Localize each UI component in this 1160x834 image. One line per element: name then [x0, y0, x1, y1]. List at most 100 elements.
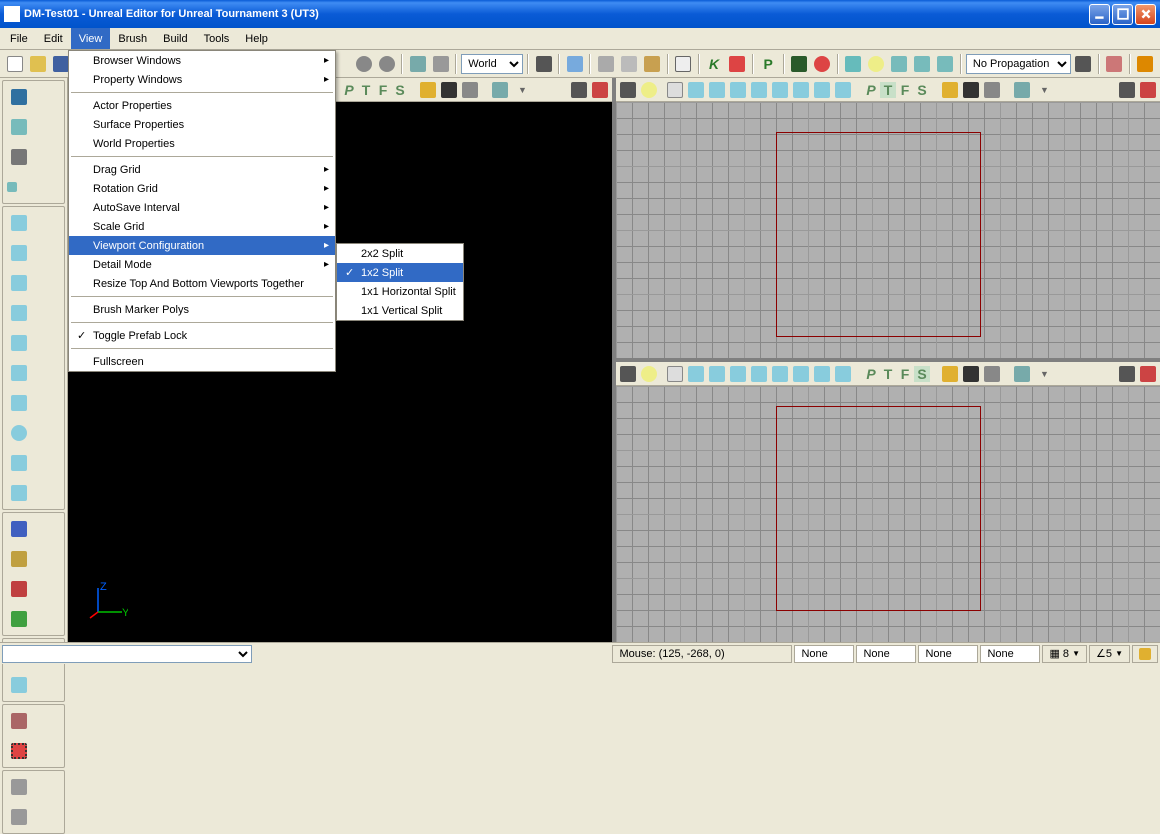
build-all-icon[interactable] — [935, 53, 956, 75]
kismet-sel-icon[interactable] — [727, 53, 748, 75]
lock-br-icon[interactable] — [940, 364, 960, 384]
prefab-lock-icon[interactable] — [812, 53, 833, 75]
csg-intersect-icon[interactable] — [5, 575, 33, 603]
misc-icon[interactable] — [1135, 53, 1156, 75]
view-t-tr-icon[interactable]: T — [880, 82, 896, 98]
bulb-tr-icon[interactable] — [639, 80, 659, 100]
cut-icon[interactable] — [595, 53, 616, 75]
wire-br-icon[interactable] — [665, 364, 685, 384]
volume-icon[interactable] — [5, 671, 33, 699]
d6-br-icon[interactable] — [833, 364, 853, 384]
cone-brush-icon[interactable] — [5, 239, 33, 267]
push-icon[interactable] — [1073, 53, 1094, 75]
detail1-tr-icon[interactable] — [728, 80, 748, 100]
build-paths-icon[interactable] — [889, 53, 910, 75]
view-s-tr-icon[interactable]: S — [914, 82, 930, 98]
view-side-icon[interactable]: S — [392, 82, 408, 98]
minimize-button[interactable] — [1089, 4, 1110, 25]
csg-deintersect-icon[interactable] — [5, 605, 33, 633]
view-menu-item[interactable]: Detail Mode — [69, 255, 335, 274]
build-cover-icon[interactable] — [912, 53, 933, 75]
squint-br-icon[interactable] — [1012, 364, 1032, 384]
binoculars-icon[interactable] — [533, 53, 554, 75]
view-p-tr-icon[interactable]: P — [863, 82, 879, 98]
show-tr-icon[interactable] — [982, 80, 1002, 100]
content-browser-icon[interactable] — [564, 53, 585, 75]
view-menu-item[interactable]: Surface Properties — [69, 115, 335, 134]
submenu-item[interactable]: 1x1 Vertical Split — [337, 301, 463, 320]
detail2-tr-icon[interactable] — [749, 80, 769, 100]
camera-mode-icon[interactable] — [5, 83, 33, 111]
submenu-item[interactable]: 1x1 Horizontal Split — [337, 282, 463, 301]
prefab-alt-icon[interactable] — [789, 53, 810, 75]
detail5-tr-icon[interactable] — [812, 80, 832, 100]
menu-view[interactable]: View — [71, 28, 111, 49]
overlay-icon[interactable] — [5, 173, 19, 201]
undo-icon[interactable] — [353, 53, 374, 75]
player-tr-icon[interactable] — [1138, 80, 1158, 100]
lit-br-icon[interactable] — [707, 364, 727, 384]
view-t-br-icon[interactable]: T — [880, 366, 896, 382]
misc-tool-b-icon[interactable] — [5, 803, 33, 831]
terrain-mode-icon[interactable] — [5, 143, 33, 171]
view-menu-item[interactable]: Drag Grid — [69, 160, 335, 179]
build-lighting-icon[interactable] — [866, 53, 887, 75]
geometry-mode-icon[interactable] — [5, 113, 33, 141]
detail6-tr-icon[interactable] — [833, 80, 853, 100]
player-br-icon[interactable] — [1138, 364, 1158, 384]
sheet-brush-icon[interactable] — [5, 359, 33, 387]
show-flags-icon[interactable] — [5, 707, 33, 735]
wire-tr-icon[interactable] — [665, 80, 685, 100]
sphere-brush-icon[interactable] — [5, 419, 33, 447]
joystick-br-icon[interactable] — [618, 364, 638, 384]
view-menu-item[interactable]: Viewport Configuration — [69, 236, 335, 255]
view-menu-item[interactable]: Resize Top And Bottom Viewports Together — [69, 274, 335, 293]
menu-file[interactable]: File — [2, 28, 36, 49]
view-f-tr-icon[interactable]: F — [897, 82, 913, 98]
view-top-icon[interactable]: T — [358, 82, 374, 98]
joystick2-tr-icon[interactable] — [1117, 80, 1137, 100]
view-menu-item[interactable]: World Properties — [69, 134, 335, 153]
view-menu-item[interactable]: Fullscreen — [69, 352, 335, 371]
rt-tr-icon[interactable] — [961, 80, 981, 100]
view-menu-item[interactable]: Browser Windows — [69, 51, 335, 70]
view-p-br-icon[interactable]: P — [863, 366, 879, 382]
volumetric-brush-icon[interactable] — [5, 479, 33, 507]
select-icon[interactable] — [5, 737, 33, 765]
close-button[interactable] — [1135, 4, 1156, 25]
menu-edit[interactable]: Edit — [36, 28, 71, 49]
view-menu-item[interactable]: Brush Marker Polys — [69, 300, 335, 319]
joystick2-br-icon[interactable] — [1117, 364, 1137, 384]
search-icon[interactable] — [430, 53, 451, 75]
build-geom-icon[interactable] — [843, 53, 864, 75]
chevron-tr-icon[interactable]: ▼ — [1040, 85, 1049, 95]
linear-stair-icon[interactable] — [5, 329, 33, 357]
chevron-br-icon[interactable]: ▼ — [1040, 369, 1049, 379]
rt-br-icon[interactable] — [961, 364, 981, 384]
view-f-br-icon[interactable]: F — [897, 366, 913, 382]
d3-br-icon[interactable] — [770, 364, 790, 384]
rotation-grid-toggle[interactable]: ∠5 ▼ — [1089, 645, 1130, 663]
cylinder-brush-icon[interactable] — [5, 299, 33, 327]
view-menu-item[interactable]: Scale Grid — [69, 217, 335, 236]
viewport-br-canvas[interactable] — [616, 386, 1160, 642]
paste-icon[interactable] — [642, 53, 663, 75]
csg-subtract-icon[interactable] — [5, 545, 33, 573]
menu-brush[interactable]: Brush — [110, 28, 155, 49]
view-menu-item[interactable]: Rotation Grid — [69, 179, 335, 198]
submenu-item[interactable]: 1x2 Split — [337, 263, 463, 282]
lock-icon[interactable] — [418, 80, 438, 100]
detail4-tr-icon[interactable] — [791, 80, 811, 100]
kismet-icon[interactable]: K — [704, 53, 725, 75]
propagation-combo[interactable]: No Propagation — [966, 54, 1071, 74]
d1-br-icon[interactable] — [728, 364, 748, 384]
viewport-tr-canvas[interactable] — [616, 102, 1160, 358]
bulb-br-icon[interactable] — [639, 364, 659, 384]
transform-icon[interactable] — [407, 53, 428, 75]
player-icon[interactable] — [590, 80, 610, 100]
drag-grid-toggle[interactable]: ▦ 8 ▼ — [1042, 645, 1087, 663]
view-s-br-icon[interactable]: S — [914, 366, 930, 382]
realtime-icon[interactable] — [439, 80, 459, 100]
view-menu-item[interactable]: Toggle Prefab Lock — [69, 326, 335, 345]
spiral-stair-icon[interactable] — [5, 389, 33, 417]
